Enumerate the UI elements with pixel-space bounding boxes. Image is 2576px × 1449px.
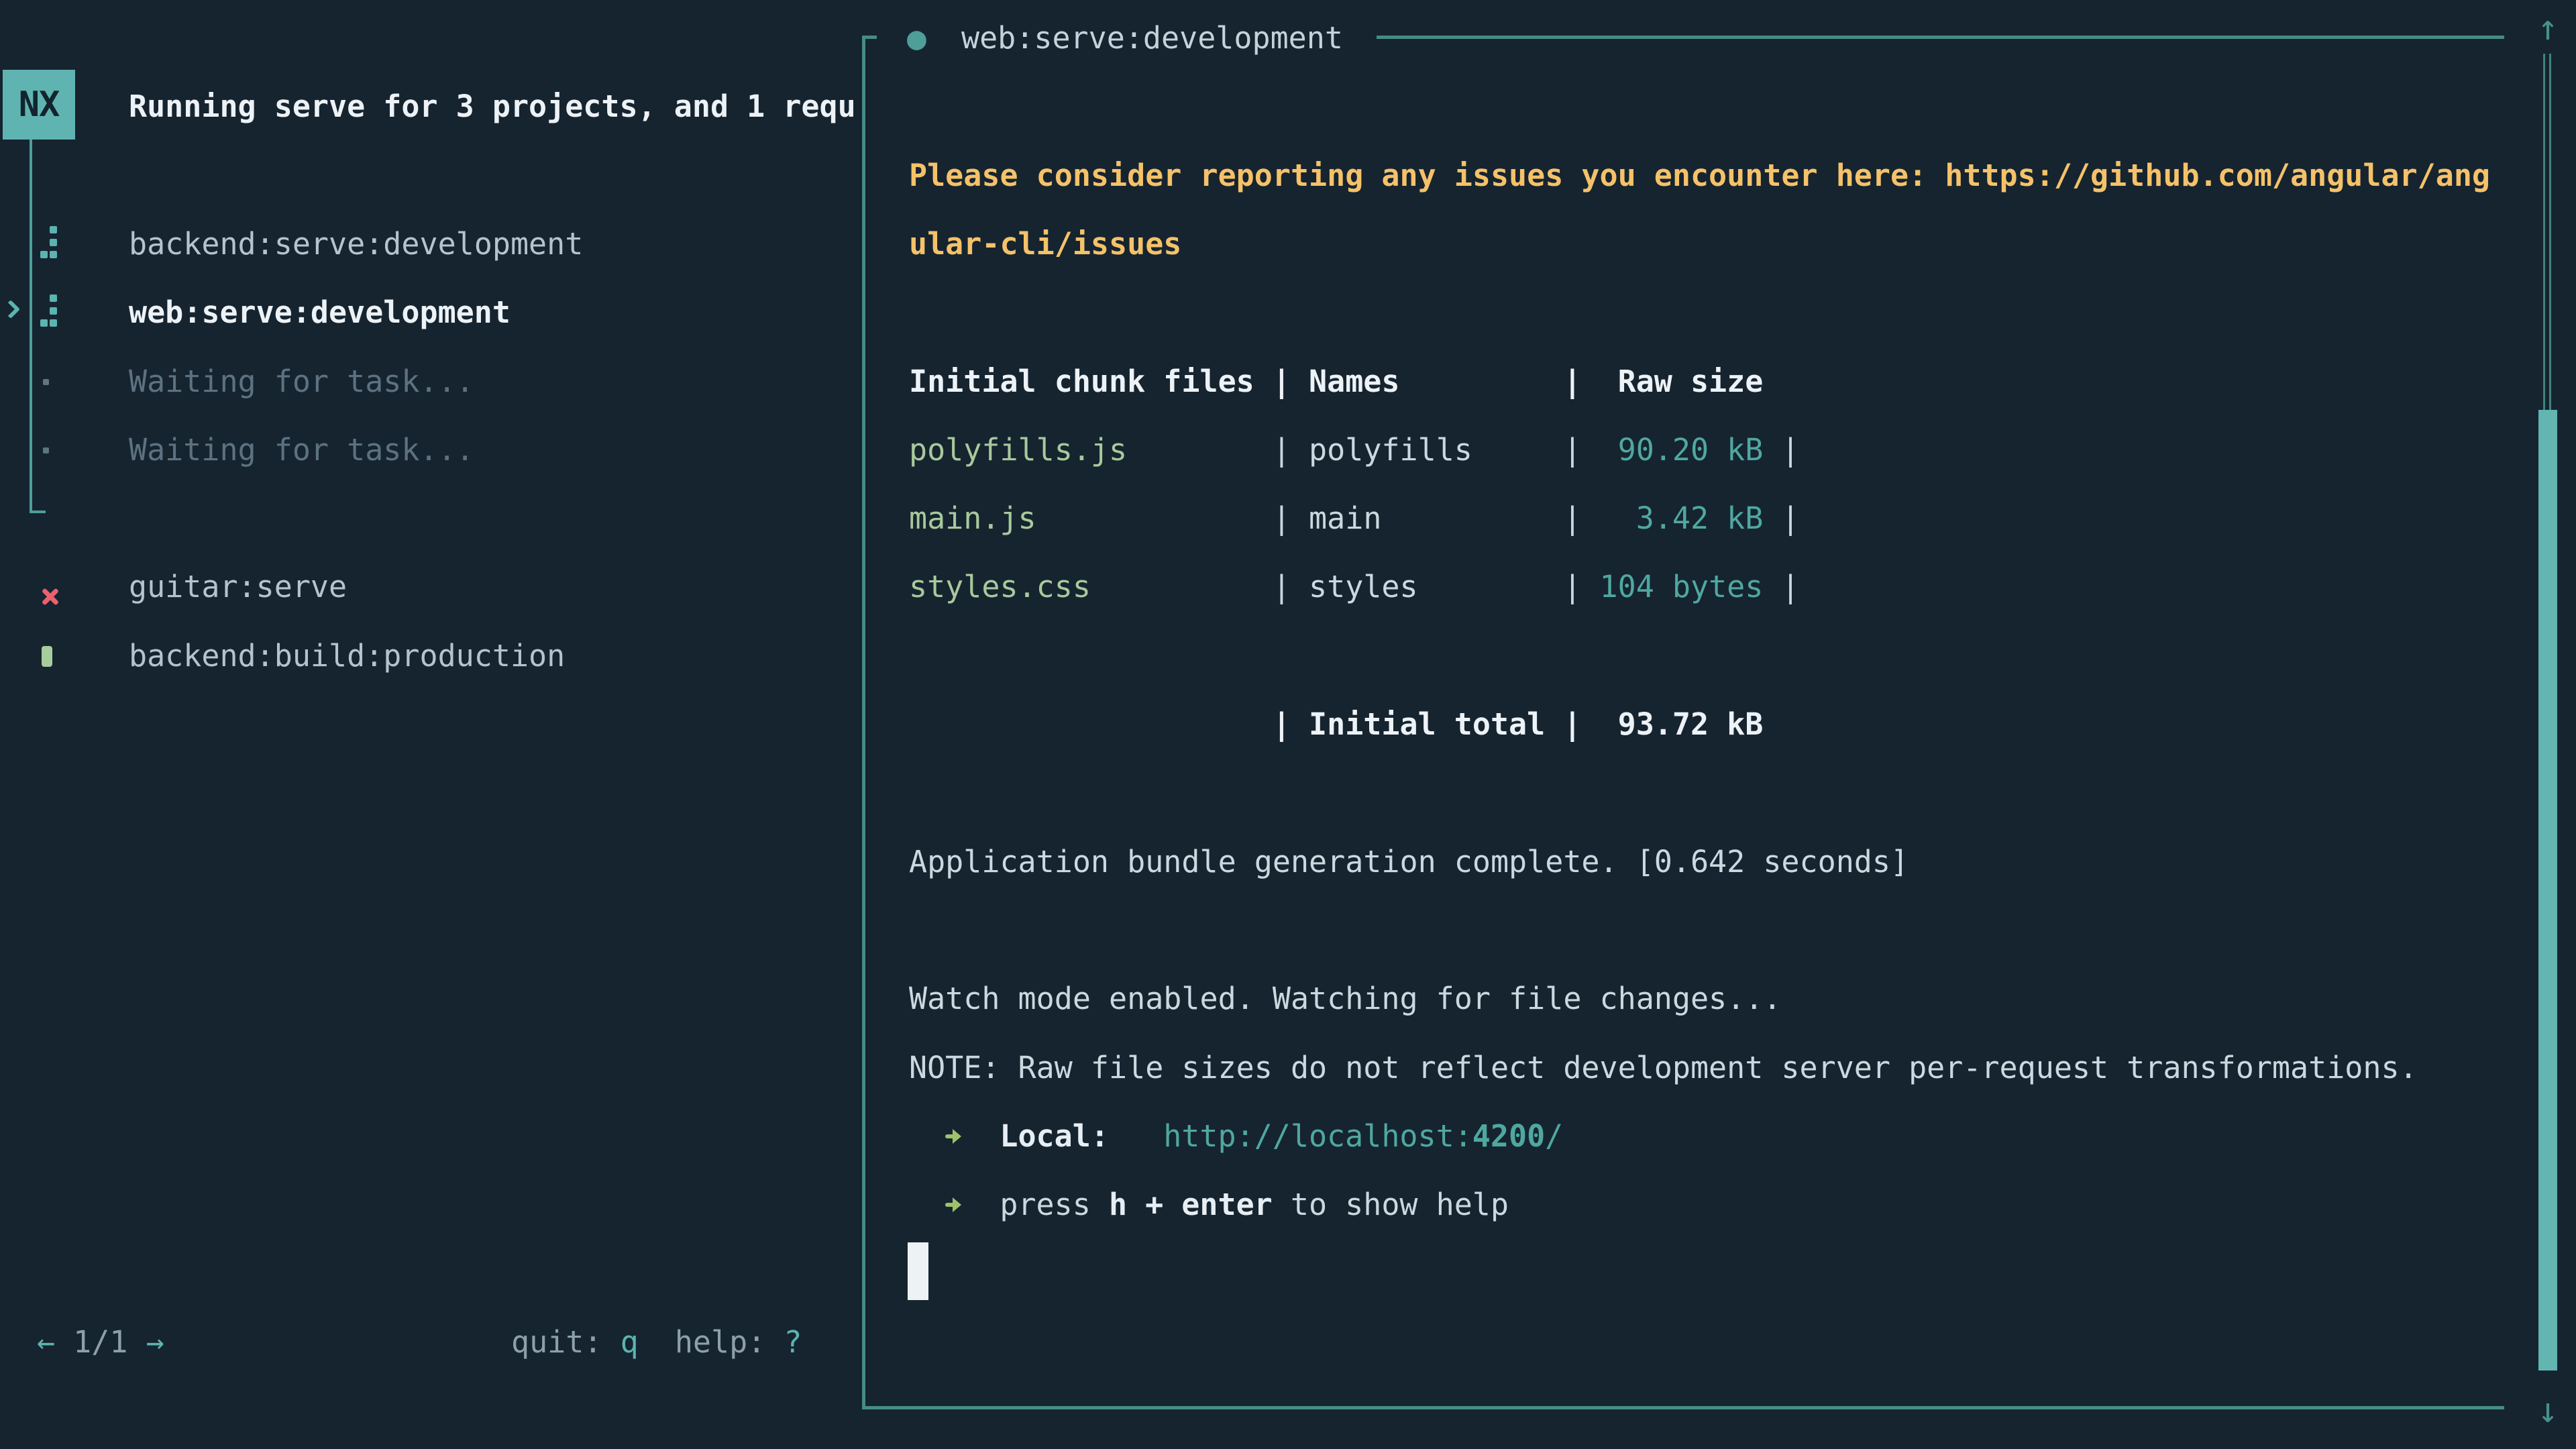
hint-text: to show help [1273, 1187, 1509, 1222]
task-running-bullet-icon: ● [907, 4, 926, 72]
chunk-file: main.js [909, 500, 1273, 536]
chunk-name: | styles | [1273, 569, 1600, 604]
chunk-table-row-polyfills: polyfills.js | polyfills | 90.20 kB | [909, 416, 1800, 484]
warning-text: Please consider reporting any issues you… [909, 158, 2490, 193]
task-group-bracket-foot [30, 511, 46, 513]
gap [1109, 1118, 1163, 1154]
task-row-web-serve-development[interactable]: web:serve:development [0, 278, 859, 347]
chunk-file: styles.css [909, 569, 1273, 604]
square-icon [39, 622, 63, 690]
panel-title: web:serve:development [961, 4, 1343, 72]
arrow-right-icon [945, 1171, 963, 1239]
pipe: | [1763, 432, 1799, 468]
panel-border-top [1377, 36, 2504, 39]
bundle-complete-line: Application bundle generation complete. … [909, 828, 1909, 896]
status-text: Application bundle generation complete. … [909, 844, 1909, 879]
help-hint-line: press h + enter to show help [909, 1171, 1509, 1239]
task-row-guitar-serve[interactable]: guitar:serve [0, 553, 859, 621]
task-sidebar: NX Running serve for 3 projects, and 1 r… [0, 0, 859, 1449]
chunk-size: 90.20 kB [1600, 432, 1764, 468]
scroll-down-arrow-icon[interactable]: ↓ [2529, 1377, 2567, 1445]
task-row-backend-serve-development[interactable]: backend:serve:development [0, 210, 859, 278]
spinner-icon [39, 278, 63, 347]
task-row-waiting-for-task-[interactable]: Waiting for task... [0, 416, 859, 484]
chunk-table-total: | Initial total | 93.72 kB [909, 690, 1763, 759]
help-key: ? [784, 1324, 802, 1360]
chunk-name: | main | [1273, 500, 1600, 536]
initial-total: | Initial total | 93.72 kB [909, 706, 1763, 742]
panel-border-left [862, 36, 865, 1409]
terminal-cursor [908, 1242, 928, 1300]
status-text: Watch mode enabled. Watching for file ch… [909, 981, 1781, 1016]
task-label: guitar:serve [129, 553, 347, 621]
local-url-slash: / [1545, 1118, 1563, 1154]
indent [909, 1187, 945, 1222]
chunk-file: polyfills.js [909, 432, 1273, 468]
task-label: Waiting for task... [129, 416, 474, 484]
note-line: NOTE: Raw file sizes do not reflect deve… [909, 1034, 2418, 1102]
local-url: http://localhost: [1163, 1118, 1472, 1154]
arrow-right-icon [945, 1102, 963, 1171]
keyboard-shortcuts: quit: q help: ? [511, 1308, 802, 1377]
nx-logo-text: NX [19, 85, 60, 125]
task-label: backend:build:production [129, 622, 565, 690]
prev-page-arrow[interactable]: ← [37, 1324, 55, 1360]
local-port: 4200 [1472, 1118, 1545, 1154]
chunk-size: 3.42 kB [1600, 500, 1764, 536]
note-text: NOTE: Raw file sizes do not reflect deve… [909, 1050, 2418, 1085]
local-url-line: Local: http://localhost:4200/ [909, 1102, 1563, 1171]
task-list-pagination: ← 1/1 → [37, 1308, 164, 1377]
chunk-table-row-styles: styles.css | styles | 104 bytes | [909, 553, 1800, 621]
nx-logo: NX [3, 70, 75, 140]
issue-report-line-1: Please consider reporting any issues you… [909, 142, 2490, 210]
scrollbar-thumb[interactable] [2538, 410, 2557, 1371]
sidebar-title: Running serve for 3 projects, and 1 requ [129, 72, 856, 141]
panel-border-bottom [862, 1406, 2504, 1409]
hint-keys: h + enter [1109, 1187, 1273, 1222]
table-header: Initial chunk files | Names | Raw size [909, 364, 1763, 399]
chunk-size: 104 bytes [1600, 569, 1764, 604]
task-label: Waiting for task... [129, 347, 474, 416]
help-label: help: [675, 1324, 784, 1360]
task-row-backend-build-production[interactable]: backend:build:production [0, 622, 859, 690]
dot-icon [39, 416, 63, 484]
pipe: | [1763, 500, 1799, 536]
watch-mode-line: Watch mode enabled. Watching for file ch… [909, 965, 1781, 1033]
selected-task-pointer-icon [1, 300, 20, 319]
task-label: backend:serve:development [129, 210, 583, 278]
pipe: | [1763, 569, 1799, 604]
quit-key: q [621, 1324, 639, 1360]
next-page-arrow[interactable]: → [146, 1324, 164, 1360]
indent [909, 1118, 945, 1154]
gap [963, 1118, 1000, 1154]
spacer [639, 1324, 675, 1360]
chunk-name: | polyfills | [1273, 432, 1600, 468]
task-label: web:serve:development [129, 278, 511, 347]
spinner-icon [39, 210, 63, 278]
nx-tui-screen: NX Running serve for 3 projects, and 1 r… [0, 0, 2576, 1449]
chunk-table-header: Initial chunk files | Names | Raw size [909, 347, 1763, 416]
warning-text: ular-cli/issues [909, 226, 1181, 262]
task-row-waiting-for-task-[interactable]: Waiting for task... [0, 347, 859, 416]
local-label: Local: [1000, 1118, 1109, 1154]
dot-icon [39, 347, 63, 416]
scrollbar-track[interactable] [2543, 54, 2551, 411]
hint-text: press [1000, 1187, 1109, 1222]
quit-label: quit: [511, 1324, 621, 1360]
chunk-table-row-main: main.js | main | 3.42 kB | [909, 484, 1800, 553]
gap [963, 1187, 1000, 1222]
issue-report-line-2: ular-cli/issues [909, 210, 1181, 278]
page-indicator: 1/1 [55, 1324, 146, 1360]
cross-icon [39, 553, 63, 621]
